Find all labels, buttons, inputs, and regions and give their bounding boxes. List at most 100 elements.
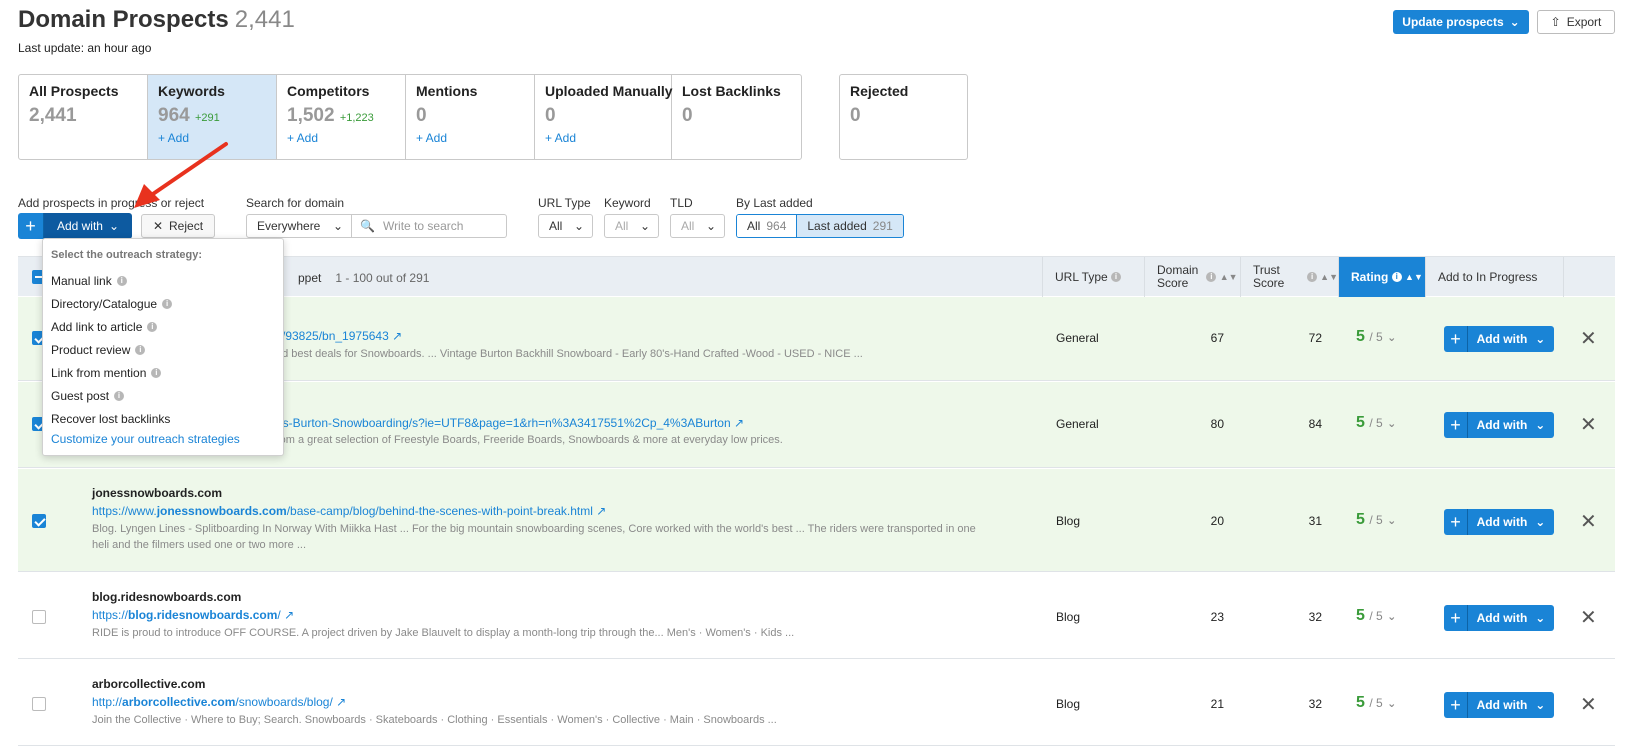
seg-all[interactable]: All 964 bbox=[737, 215, 798, 237]
info-icon: i bbox=[116, 275, 127, 286]
table-row[interactable]: blog.ridesnowboards.com https://blog.rid… bbox=[18, 573, 1615, 659]
row-url-type: Blog bbox=[1056, 697, 1081, 711]
strategy-directory[interactable]: Directory/Catalogue i bbox=[51, 292, 275, 315]
tld-label: TLD bbox=[670, 196, 693, 210]
info-icon: i bbox=[162, 298, 173, 309]
row-url-type: Blog bbox=[1056, 514, 1081, 528]
row-domain: blog.ridesnowboards.com bbox=[92, 590, 242, 604]
strategy-recover-lost-backlinks[interactable]: Recover lost backlinks bbox=[51, 407, 275, 430]
external-link-icon: ↗ bbox=[596, 504, 607, 518]
domain-score-header[interactable]: Domain Score i ▲▼ bbox=[1144, 257, 1240, 297]
tld-select[interactable]: All ⌄ bbox=[670, 214, 725, 238]
row-snippet: Blog. Lyngen Lines - Splitboarding In No… bbox=[92, 523, 976, 551]
rating-header[interactable]: Rating i ▲▼ bbox=[1338, 257, 1425, 297]
info-icon: i bbox=[147, 321, 158, 332]
chevron-down-icon: ⌄ bbox=[1387, 332, 1397, 344]
external-link-icon: ↗ bbox=[733, 416, 745, 430]
row-url[interactable]: https://www.jonessnowboards.com/base-cam… bbox=[92, 504, 606, 518]
seg-last-added[interactable]: Last added 291 bbox=[797, 215, 903, 237]
add-plus-button[interactable]: + bbox=[18, 213, 44, 239]
info-icon: i bbox=[1111, 272, 1122, 282]
chevron-down-icon: ⌄ bbox=[1535, 515, 1546, 529]
row-add-plus-button[interactable]: + bbox=[1444, 326, 1468, 352]
row-add-with-button[interactable]: Add with ⌄ bbox=[1468, 692, 1554, 718]
row-checkbox[interactable] bbox=[32, 514, 46, 528]
row-url[interactable]: https://blog.ridesnowboards.com/ ↗ bbox=[92, 608, 294, 622]
reject-row-icon[interactable]: ✕ bbox=[1580, 692, 1597, 717]
chevron-down-icon: ⌄ bbox=[1387, 515, 1397, 527]
url-type-select[interactable]: All ⌄ bbox=[538, 214, 593, 238]
table-row[interactable]: arborcollective.com http://arborcollecti… bbox=[18, 660, 1615, 746]
row-domain-score: 21 bbox=[1210, 697, 1224, 711]
search-input[interactable]: 🔍 Write to search bbox=[352, 214, 507, 238]
chevron-down-icon: ⌄ bbox=[573, 219, 584, 233]
row-add-plus-button[interactable]: + bbox=[1444, 412, 1468, 438]
row-rating[interactable]: 5 / 5 ⌄ bbox=[1356, 328, 1396, 346]
chevron-down-icon: ⌄ bbox=[1387, 418, 1397, 430]
url-type-label: URL Type bbox=[538, 196, 591, 210]
tab-competitors[interactable]: Competitors 1,502 +1,223 + Add bbox=[277, 75, 406, 159]
reject-row-icon[interactable]: ✕ bbox=[1580, 412, 1597, 437]
snippet-header: ppet bbox=[298, 271, 322, 285]
strategy-guest-post[interactable]: Guest post i bbox=[51, 384, 275, 407]
search-scope-select[interactable]: Everywhere ⌄ bbox=[246, 214, 352, 238]
strategy-add-link-to-article[interactable]: Add link to article i bbox=[51, 315, 275, 338]
close-icon: ✕ bbox=[152, 219, 164, 233]
trust-score-header[interactable]: Trust Score i ▲▼ bbox=[1240, 257, 1338, 297]
add-mentions-link[interactable]: + Add bbox=[416, 131, 524, 145]
row-add-plus-button[interactable]: + bbox=[1444, 692, 1468, 718]
row-rating[interactable]: 5 / 5 ⌄ bbox=[1356, 414, 1396, 432]
tab-lost-backlinks[interactable]: Lost Backlinks 0 bbox=[672, 75, 801, 159]
export-button[interactable]: ⇧ Export bbox=[1537, 10, 1615, 34]
row-rating[interactable]: 5 / 5 ⌄ bbox=[1356, 694, 1396, 712]
search-icon: 🔍 bbox=[360, 219, 375, 233]
tab-rejected[interactable]: Rejected 0 bbox=[839, 74, 968, 160]
reject-row-icon[interactable]: ✕ bbox=[1580, 509, 1597, 534]
row-rating[interactable]: 5 / 5 ⌄ bbox=[1356, 511, 1396, 529]
chevron-down-icon: ⌄ bbox=[639, 219, 650, 233]
chevron-down-icon: ⌄ bbox=[1535, 332, 1546, 346]
row-url[interactable]: ds-Burton-Snowboarding/s?ie=UTF8&page=1&… bbox=[276, 416, 744, 430]
chevron-down-icon: ⌄ bbox=[1535, 698, 1546, 712]
strategy-link-from-mention[interactable]: Link from mention i bbox=[51, 361, 275, 384]
strategy-manual-link[interactable]: Manual link i bbox=[51, 269, 275, 292]
reject-button[interactable]: ✕ Reject bbox=[141, 214, 215, 238]
reject-row-icon[interactable]: ✕ bbox=[1580, 605, 1597, 630]
row-checkbox[interactable] bbox=[32, 610, 46, 624]
row-url[interactable]: s/93825/bn_1975643 ↗ bbox=[276, 329, 402, 343]
by-last-added-label: By Last added bbox=[736, 196, 813, 210]
row-add-with-button[interactable]: Add with ⌄ bbox=[1468, 605, 1554, 631]
row-trust-score: 84 bbox=[1308, 417, 1322, 431]
keyword-label: Keyword bbox=[604, 196, 651, 210]
row-add-plus-button[interactable]: + bbox=[1444, 509, 1468, 535]
customize-strategies-link[interactable]: Customize your outreach strategies bbox=[51, 432, 275, 446]
sort-icon: ▲▼ bbox=[1320, 271, 1338, 282]
add-with-button[interactable]: Add with ⌄ bbox=[44, 213, 132, 239]
add-uploaded-link[interactable]: + Add bbox=[545, 131, 661, 145]
info-icon: i bbox=[1307, 272, 1317, 282]
url-type-header[interactable]: URL Type i bbox=[1042, 257, 1144, 297]
chevron-down-icon: ⌄ bbox=[1387, 698, 1397, 710]
info-icon: i bbox=[1206, 272, 1217, 282]
row-domain-score: 67 bbox=[1210, 331, 1224, 345]
row-trust-score: 32 bbox=[1308, 697, 1322, 711]
row-add-plus-button[interactable]: + bbox=[1444, 605, 1468, 631]
row-url[interactable]: http://arborcollective.com/snowboards/bl… bbox=[92, 695, 346, 709]
row-checkbox[interactable] bbox=[32, 697, 46, 711]
table-row[interactable]: jonessnowboards.com https://www.jonessno… bbox=[18, 469, 1615, 572]
row-rating[interactable]: 5 / 5 ⌄ bbox=[1356, 607, 1396, 625]
row-add-with-button[interactable]: Add with ⌄ bbox=[1468, 326, 1554, 352]
add-competitors-link[interactable]: + Add bbox=[287, 131, 395, 145]
chevron-down-icon: ⌄ bbox=[332, 219, 343, 233]
row-add-with-button[interactable]: Add with ⌄ bbox=[1468, 509, 1554, 535]
row-snippet: rom a great selection of Freestyle Board… bbox=[276, 434, 783, 446]
tab-uploaded-manually[interactable]: Uploaded Manually 0 + Add bbox=[535, 75, 673, 159]
reject-row-icon[interactable]: ✕ bbox=[1580, 326, 1597, 351]
tab-mentions[interactable]: Mentions 0 + Add bbox=[406, 75, 535, 159]
update-prospects-button[interactable]: Update prospects ⌄ bbox=[1393, 10, 1529, 34]
strategy-product-review[interactable]: Product review i bbox=[51, 338, 275, 361]
row-add-with-button[interactable]: Add with ⌄ bbox=[1468, 412, 1554, 438]
keyword-select[interactable]: All ⌄ bbox=[604, 214, 659, 238]
external-link-icon: ↗ bbox=[392, 329, 403, 343]
plus-icon: + bbox=[25, 215, 36, 236]
